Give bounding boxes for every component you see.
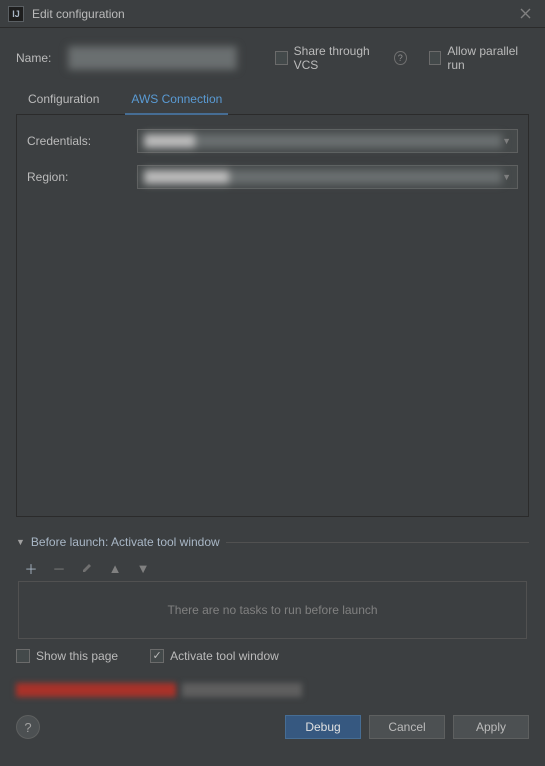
- error-text: [182, 683, 302, 697]
- before-launch-header[interactable]: ▼ Before launch: Activate tool window: [16, 535, 529, 549]
- before-launch-title: Before launch: Activate tool window: [31, 535, 220, 549]
- credentials-dropdown[interactable]: ██████ ▼: [137, 129, 518, 153]
- tabs: Configuration AWS Connection: [16, 86, 529, 115]
- empty-tasks-text: There are no tasks to run before launch: [167, 603, 377, 617]
- help-button[interactable]: ?: [16, 715, 40, 739]
- chevron-down-icon: ▼: [502, 172, 511, 182]
- share-vcs-help-icon[interactable]: ?: [394, 51, 407, 65]
- credentials-label: Credentials:: [27, 134, 137, 148]
- edit-task-button: [80, 561, 94, 575]
- before-launch-task-list: There are no tasks to run before launch: [18, 581, 527, 639]
- divider: [226, 542, 529, 543]
- cancel-button[interactable]: Cancel: [369, 715, 445, 739]
- show-page-checkbox[interactable]: [16, 649, 30, 663]
- chevron-down-icon: ▼: [502, 136, 511, 146]
- allow-parallel-checkbox[interactable]: [429, 51, 442, 65]
- debug-button[interactable]: Debug: [285, 715, 361, 739]
- name-label: Name:: [16, 51, 58, 65]
- share-vcs-label: Share through VCS: [294, 44, 386, 72]
- tab-aws-connection[interactable]: AWS Connection: [127, 86, 226, 114]
- tab-panel: Credentials: ██████ ▼ Region: ██████████…: [16, 115, 529, 517]
- name-input[interactable]: [68, 46, 237, 70]
- close-button[interactable]: [513, 2, 537, 26]
- activate-tool-window-label: Activate tool window: [170, 649, 279, 663]
- add-task-button[interactable]: ＋: [24, 561, 38, 575]
- activate-tool-window-checkbox[interactable]: [150, 649, 164, 663]
- error-badge: [16, 683, 176, 697]
- window-title: Edit configuration: [32, 7, 513, 21]
- region-dropdown[interactable]: ██████████ ▼: [137, 165, 518, 189]
- move-up-button: ▲: [108, 561, 122, 575]
- app-icon: IJ: [8, 6, 24, 22]
- titlebar: IJ Edit configuration: [0, 0, 545, 28]
- error-banner: [16, 683, 529, 697]
- remove-task-button: －: [52, 561, 66, 575]
- apply-button[interactable]: Apply: [453, 715, 529, 739]
- disclosure-triangle-icon: ▼: [16, 537, 25, 547]
- region-label: Region:: [27, 170, 137, 184]
- show-page-label: Show this page: [36, 649, 118, 663]
- credentials-value: ██████: [144, 134, 502, 148]
- region-value: ██████████: [144, 170, 502, 184]
- move-down-button: ▼: [136, 561, 150, 575]
- tab-configuration[interactable]: Configuration: [24, 86, 103, 114]
- share-vcs-checkbox[interactable]: [275, 51, 288, 65]
- allow-parallel-label: Allow parallel run: [447, 44, 529, 72]
